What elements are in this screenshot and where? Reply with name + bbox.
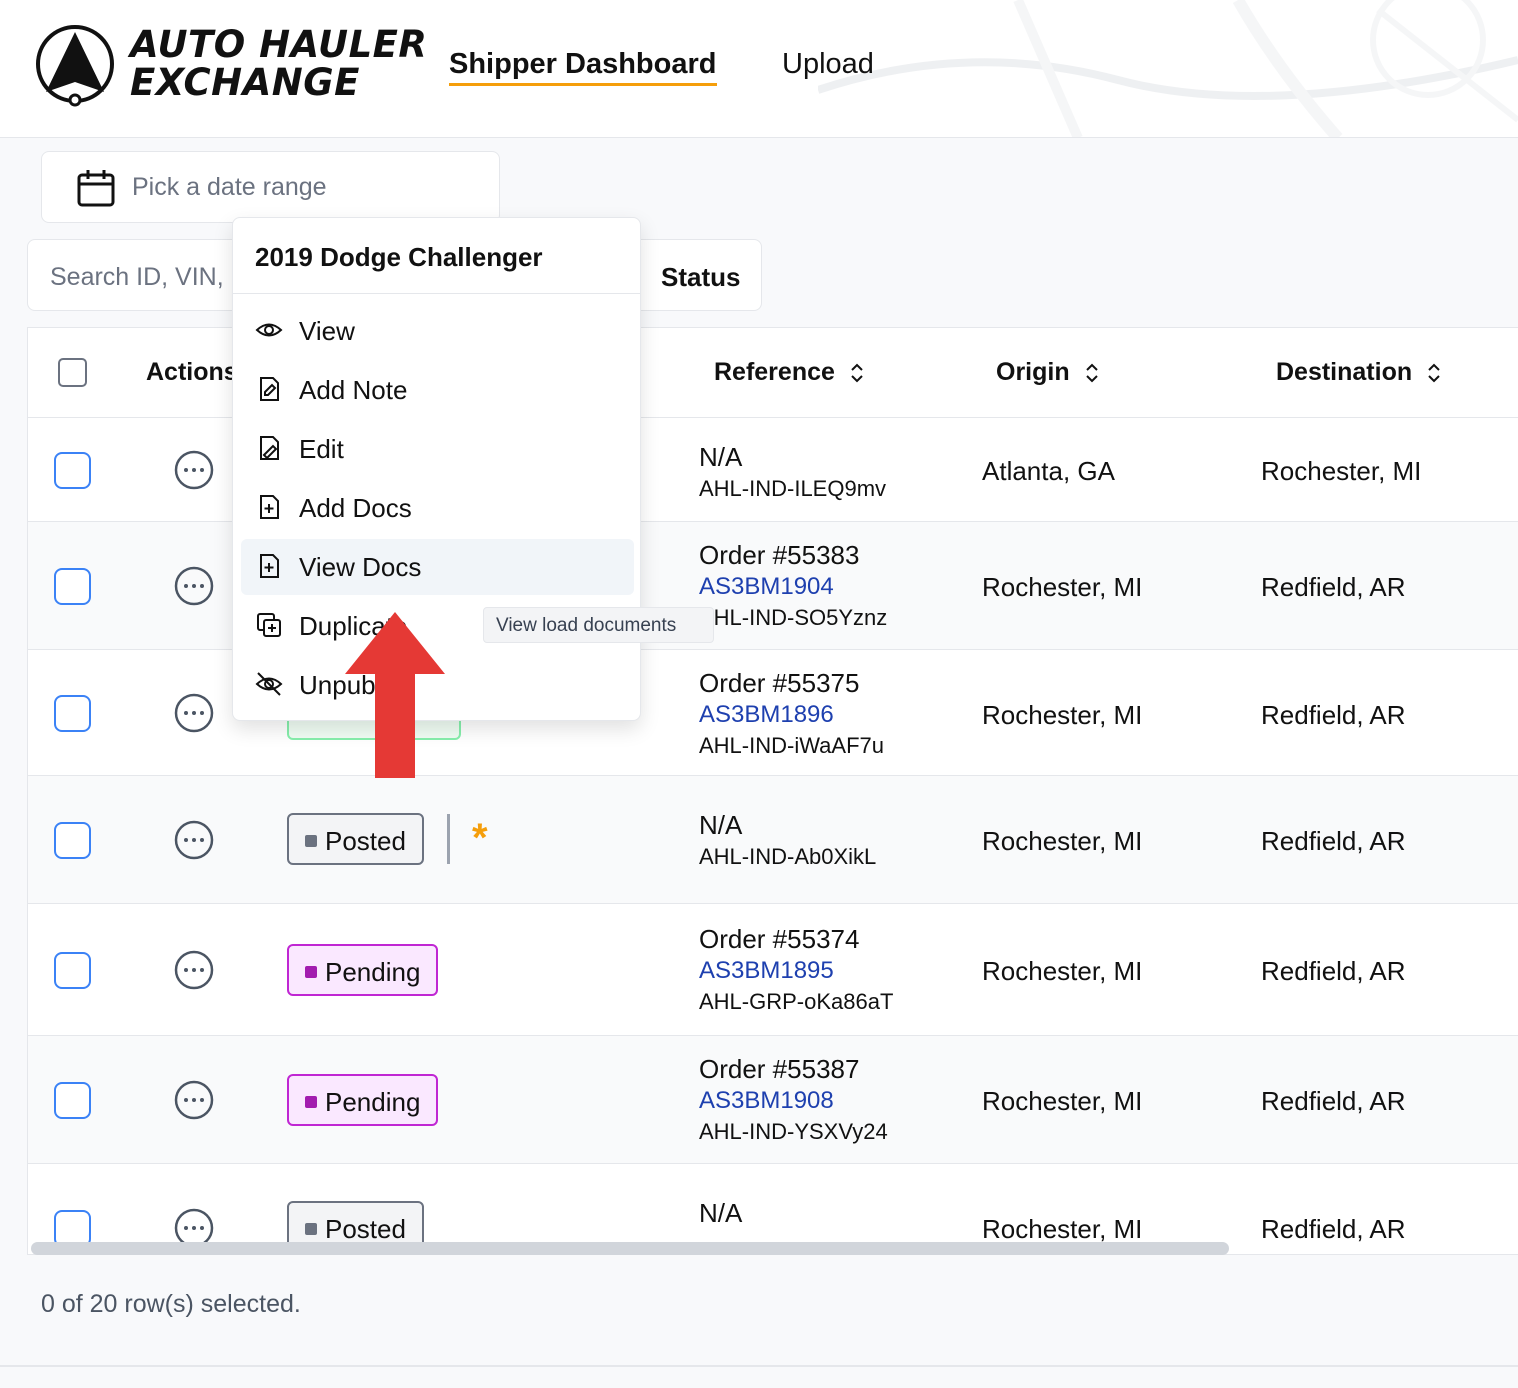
annotation-arrow-icon: [345, 612, 445, 778]
destination-cell: Redfield, AR: [1261, 1214, 1406, 1244]
origin-cell: Rochester, MI: [982, 956, 1143, 986]
header-destination[interactable]: Destination: [1276, 358, 1442, 387]
menu-item-view[interactable]: View: [241, 303, 634, 359]
more-actions-icon[interactable]: [173, 449, 215, 491]
row-checkbox[interactable]: [54, 695, 91, 732]
app-header: AUTO HAULER EXCHANGE Shipper Dashboard U…: [0, 0, 1518, 138]
reference-cell: Order #55375 AS3BM1896 AHL-IND-iWaAF7u: [699, 668, 884, 758]
footer-divider: [0, 1365, 1518, 1367]
more-actions-icon[interactable]: [173, 692, 215, 734]
header-origin[interactable]: Origin: [996, 358, 1100, 387]
table-row: Posted * N/A AHL-IND-Ab0XikL Rochester, …: [28, 776, 1518, 904]
menu-item-view-docs[interactable]: View Docs: [241, 539, 634, 595]
origin-cell: Rochester, MI: [982, 826, 1143, 856]
vin-link[interactable]: AS3BM1895: [699, 955, 893, 986]
add-file-icon: [260, 495, 279, 519]
add-file-icon: [260, 554, 279, 578]
destination-cell: Redfield, AR: [1261, 1086, 1406, 1116]
divider: [447, 814, 450, 864]
table-row: Pending Order #55374 AS3BM1895 AHL-GRP-o…: [28, 904, 1518, 1036]
edit-file-icon: [260, 436, 279, 460]
menu-item-add-docs[interactable]: Add Docs: [241, 480, 634, 536]
destination-cell: Redfield, AR: [1261, 700, 1406, 730]
note-icon: [260, 377, 279, 401]
vin-link[interactable]: AS3BM1904: [699, 571, 887, 602]
row-checkbox[interactable]: [54, 452, 91, 489]
vin-link[interactable]: AS3BM1896: [699, 699, 884, 730]
origin-cell: Rochester, MI: [982, 700, 1143, 730]
horizontal-scrollbar[interactable]: [31, 1242, 1229, 1255]
reference-cell: Order #55374 AS3BM1895 AHL-GRP-oKa86aT: [699, 924, 894, 1014]
select-all-checkbox[interactable]: [58, 358, 87, 387]
origin-cell: Rochester, MI: [982, 572, 1143, 602]
vin-link[interactable]: AS3BM1908: [699, 1085, 888, 1116]
row-checkbox[interactable]: [54, 952, 91, 989]
map-background-decoration: [818, 0, 1518, 137]
reference-cell: N/A AHL-IND-Ab0XikL: [699, 810, 877, 869]
status-badge: Pending: [287, 944, 439, 996]
reference-cell: Order #55383 AS3BM1904 AHL-IND-SO5Yznz: [699, 540, 888, 630]
nav-upload[interactable]: Upload: [782, 48, 874, 81]
menu-item-edit[interactable]: Edit: [241, 421, 634, 477]
search-input[interactable]: Search ID, VIN,: [27, 239, 257, 311]
reference-cell: N/A: [699, 1198, 743, 1228]
sort-icon: [851, 363, 863, 383]
brand-name: AUTO HAULER EXCHANGE: [130, 23, 428, 104]
eye-icon: [255, 323, 283, 337]
row-checkbox[interactable]: [54, 568, 91, 605]
reference-cell: N/A AHL-IND-ILEQ9mv: [699, 442, 887, 501]
calendar-icon: [77, 170, 115, 207]
date-range-picker[interactable]: Pick a date range: [41, 151, 500, 223]
status-badge: Posted: [287, 813, 424, 865]
menu-item-add-note[interactable]: Add Note: [241, 362, 634, 418]
sort-icon: [1085, 363, 1098, 383]
destination-cell: Redfield, AR: [1261, 956, 1406, 986]
view-docs-tooltip: View load documents: [483, 607, 714, 643]
menu-divider: [233, 293, 640, 294]
row-checkbox[interactable]: [54, 822, 91, 859]
origin-cell: Rochester, MI: [982, 1214, 1143, 1244]
table-row: Pending Order #55387 AS3BM1908 AHL-IND-Y…: [28, 1036, 1518, 1164]
sort-icon: [1428, 363, 1440, 383]
reference-cell: Order #55387 AS3BM1908 AHL-IND-YSXVy24: [699, 1054, 888, 1144]
menu-title: 2019 Dodge Challenger: [255, 242, 543, 272]
more-actions-icon[interactable]: [173, 565, 215, 607]
origin-cell: Rochester, MI: [982, 1086, 1143, 1116]
more-actions-icon[interactable]: [173, 1079, 215, 1121]
header-actions: Actions: [146, 358, 238, 386]
status-badge: Pending: [287, 1074, 439, 1126]
duplicate-icon: [257, 613, 281, 637]
priority-star-icon: *: [472, 816, 488, 860]
destination-cell: Rochester, MI: [1261, 456, 1422, 486]
destination-cell: Redfield, AR: [1261, 826, 1406, 856]
more-actions-icon[interactable]: [173, 949, 215, 991]
eye-off-icon: [255, 672, 283, 696]
row-selection-count: 0 of 20 row(s) selected.: [41, 1290, 301, 1318]
row-checkbox[interactable]: [54, 1082, 91, 1119]
date-range-placeholder: Pick a date range: [132, 173, 327, 201]
origin-cell: Atlanta, GA: [982, 456, 1115, 486]
header-reference[interactable]: Reference: [714, 358, 865, 387]
more-actions-icon[interactable]: [173, 819, 215, 861]
auto-hauler-logo[interactable]: [34, 20, 124, 110]
destination-cell: Redfield, AR: [1261, 572, 1406, 602]
nav-shipper-dashboard[interactable]: Shipper Dashboard: [449, 48, 717, 86]
